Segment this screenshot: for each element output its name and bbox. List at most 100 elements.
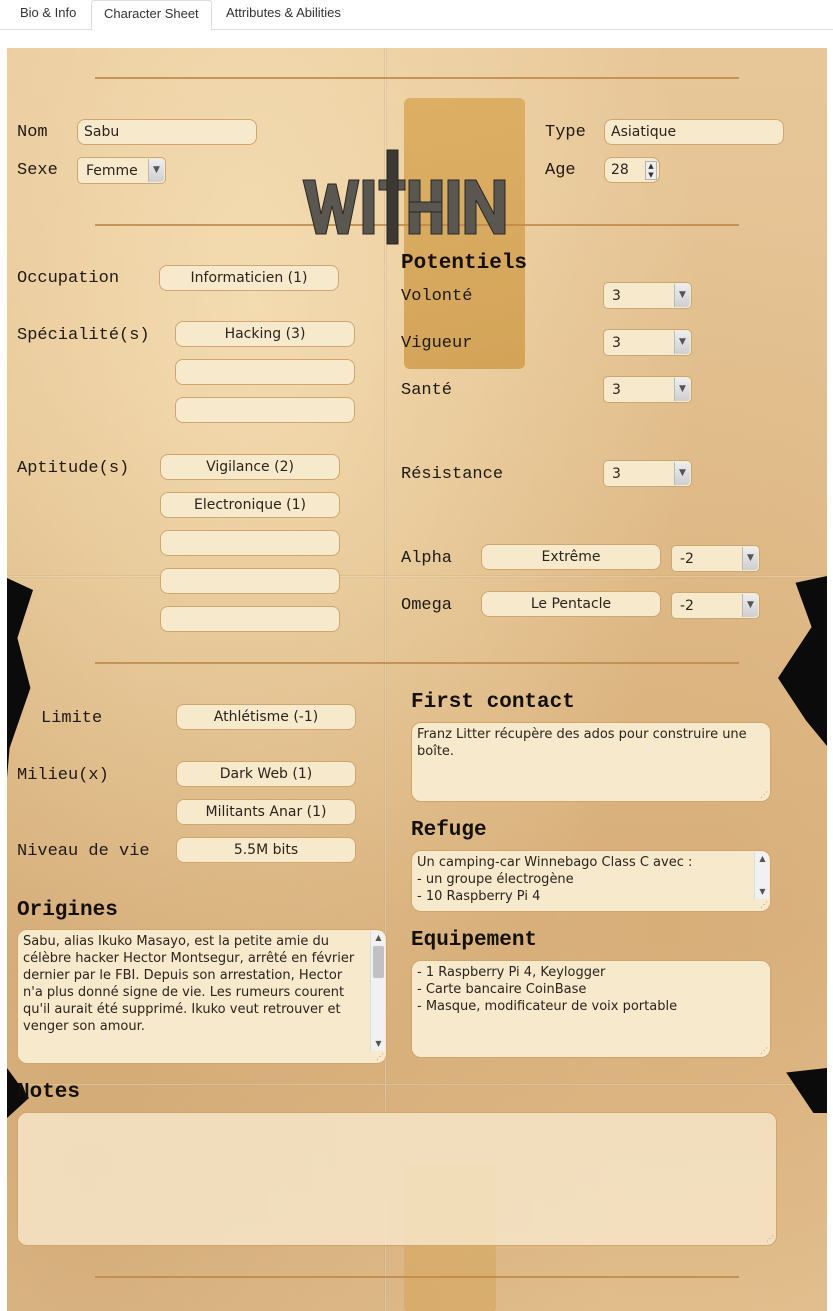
resistance-select[interactable]: 3 ▼ [603,460,692,487]
equipement-title: Equipement [411,929,538,952]
occupation-input[interactable]: Informaticien (1) [159,265,339,291]
limite-label: Limite [41,709,103,728]
chevron-down-icon: ▼ [742,594,758,617]
type-label: Type [545,123,586,142]
milieu-input[interactable]: Militants Anar (1) [176,799,356,825]
age-number-input[interactable]: 28 ▲ ▼ [604,157,660,183]
divider-line [95,77,739,79]
volonte-value: 3 [612,288,621,304]
spinner-icon[interactable]: ▲ ▼ [645,161,657,180]
omega-label: Omega [401,596,453,615]
paper-tear [778,576,827,746]
first-contact-textarea[interactable]: Franz Litter récupère des ados pour cons… [411,722,771,802]
refuge-textarea[interactable]: Un camping-car Winnebago Class C avec : … [411,850,771,912]
milieu-input[interactable]: Dark Web (1) [176,761,356,787]
refuge-line: - un groupe électrogène [417,872,574,887]
tab-attributes-abilities[interactable]: Attributes & Abilities [214,0,353,30]
type-input[interactable]: Asiatique [604,119,784,145]
sexe-label: Sexe [17,161,58,180]
scroll-down-icon[interactable]: ▼ [755,885,770,899]
equipement-textarea[interactable]: - 1 Raspberry Pi 4, Keylogger - Carte ba… [411,960,771,1058]
scrollbar[interactable]: ▲ ▼ [754,852,769,899]
specialite-input[interactable] [175,359,355,385]
sexe-select[interactable]: Femme ▼ [77,157,166,184]
omega-input[interactable]: Le Pentacle [481,591,661,617]
resize-grip-icon[interactable]: ⋰ [376,1053,384,1061]
scroll-up-icon[interactable]: ▲ [755,852,770,866]
aptitude-input[interactable]: Vigilance (2) [160,454,340,480]
refuge-title: Refuge [411,819,487,842]
niveau-de-vie-input[interactable]: 5.5M bits [176,837,356,863]
scroll-up-icon[interactable]: ▲ [371,931,386,945]
within-logo [302,149,506,245]
specialite-input[interactable] [175,397,355,423]
aptitude-input[interactable] [160,568,340,594]
tab-bar: Bio & Info Character Sheet Attributes & … [0,0,833,31]
sante-value: 3 [612,382,621,398]
tab-bio-info[interactable]: Bio & Info [8,0,88,30]
nom-label: Nom [17,123,48,142]
character-sheet: Nom Sabu Sexe Femme ▼ Type Asiatique Age… [7,48,827,1311]
omega-value: -2 [680,598,694,614]
age-label: Age [545,161,576,180]
scrollbar[interactable]: ▲ ▼ [370,931,385,1051]
aptitude-label: Aptitude(s) [17,459,130,478]
volonte-select[interactable]: 3 ▼ [603,282,692,309]
resistance-label: Résistance [401,465,504,484]
resize-grip-icon[interactable]: ⋰ [760,1047,768,1055]
aptitude-input[interactable]: Electronique (1) [160,492,340,518]
omega-select[interactable]: -2 ▼ [671,592,760,619]
chevron-down-icon: ▼ [674,331,690,354]
alpha-select[interactable]: -2 ▼ [671,545,760,572]
resize-grip-icon[interactable]: ⋰ [760,791,768,799]
chevron-down-icon: ▼ [674,462,690,485]
age-value: 28 [611,162,629,178]
divider-line [95,1276,739,1278]
origines-text: Sabu, alias Ikuko Masayo, est la petite … [23,934,355,1034]
tab-character-sheet[interactable]: Character Sheet [91,0,212,31]
potentiels-title: Potentiels [401,252,528,275]
milieu-label: Milieu(x) [17,766,109,785]
volonte-label: Volonté [401,287,473,306]
vigueur-label: Vigueur [401,334,473,353]
refuge-line: - 10 Raspberry Pi 4 [417,889,541,904]
chevron-down-icon: ▼ [148,159,164,182]
aptitude-input[interactable] [160,530,340,556]
resize-grip-icon[interactable]: ⋰ [760,901,768,909]
paper-fold [7,575,827,578]
occupation-label: Occupation [17,269,120,288]
chevron-down-icon: ▼ [674,378,690,401]
resistance-value: 3 [612,466,621,482]
equipement-line: - 1 Raspberry Pi 4, Keylogger [417,965,606,980]
alpha-input[interactable]: Extrême [481,544,661,570]
specialite-label: Spécialité(s) [17,326,150,345]
first-contact-text: Franz Litter récupère des ados pour cons… [417,727,747,759]
limite-input[interactable]: Athlétisme (-1) [176,704,356,730]
nom-input[interactable]: Sabu [77,119,257,145]
divider-line [95,662,739,664]
first-contact-title: First contact [411,691,575,714]
alpha-label: Alpha [401,549,453,568]
resize-grip-icon[interactable]: ⋰ [766,1235,774,1243]
refuge-line: Un camping-car Winnebago Class C avec : [417,855,693,870]
specialite-input[interactable]: Hacking (3) [175,321,355,347]
origines-title: Origines [17,899,118,922]
notes-textarea[interactable]: ⋰ [17,1112,777,1246]
chevron-down-icon: ▼ [742,547,758,570]
scroll-down-icon[interactable]: ▼ [371,1037,386,1051]
sante-select[interactable]: 3 ▼ [603,376,692,403]
equipement-line: - Masque, modificateur de voix portable [417,999,678,1014]
scrollbar-thumb[interactable] [373,946,384,978]
notes-title: Notes [17,1081,81,1104]
sante-label: Santé [401,381,453,400]
alpha-value: -2 [680,551,694,567]
chevron-down-icon: ▼ [674,284,690,307]
niveau-de-vie-label: Niveau de vie [17,842,150,861]
paper-tear [7,578,33,778]
aptitude-input[interactable] [160,606,340,632]
paper-tear [786,1068,827,1113]
origines-textarea[interactable]: Sabu, alias Ikuko Masayo, est la petite … [17,929,387,1064]
vigueur-select[interactable]: 3 ▼ [603,329,692,356]
sexe-value: Femme [86,163,138,179]
paper-fold [7,1083,827,1086]
